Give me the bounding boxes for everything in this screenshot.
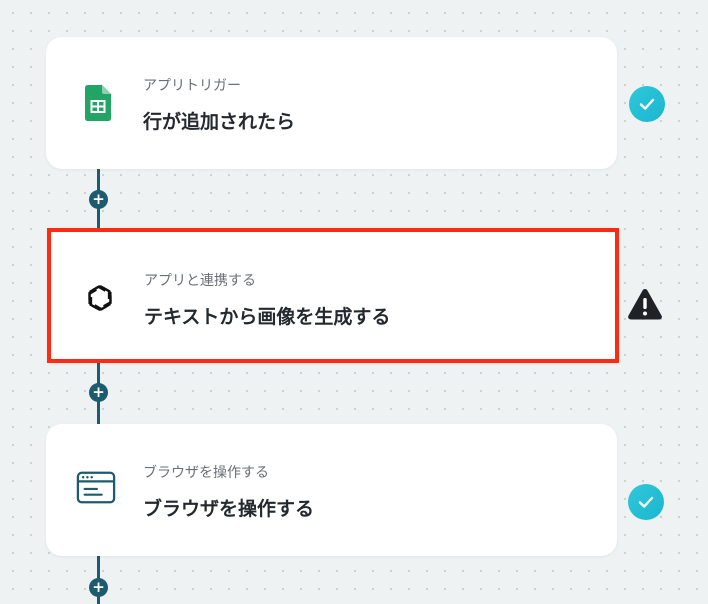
step-title: ブラウザを操作する (143, 498, 315, 520)
flow-step-card-browser[interactable]: ブラウザを操作する ブラウザを操作する (46, 424, 617, 556)
step-subtitle: アプリトリガー (143, 78, 241, 94)
browser-window-icon (76, 468, 116, 508)
step-title: テキストから画像を生成する (144, 306, 391, 328)
step-subtitle: ブラウザを操作する (143, 465, 269, 481)
check-circle-icon (628, 484, 664, 520)
add-step-button[interactable]: + (89, 578, 108, 597)
flow-step-card-trigger[interactable]: アプリトリガー 行が追加されたら (46, 37, 617, 169)
warning-icon (627, 286, 663, 322)
flow-step-card-integration[interactable]: アプリと連携する テキストから画像を生成する (47, 228, 619, 363)
add-step-button[interactable]: + (89, 190, 108, 209)
openai-icon (80, 278, 120, 318)
step-subtitle: アプリと連携する (144, 273, 256, 289)
check-circle-icon (629, 86, 665, 122)
add-step-button[interactable]: + (89, 383, 108, 402)
google-sheets-icon (78, 83, 118, 123)
step-title: 行が追加されたら (143, 111, 296, 133)
